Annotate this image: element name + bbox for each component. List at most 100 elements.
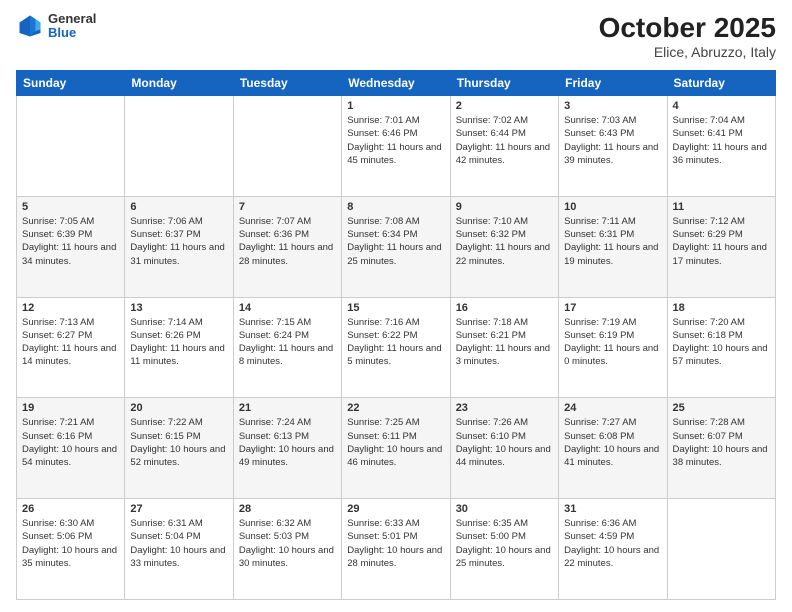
calendar-cell: 14 Sunrise: 7:15 AM Sunset: 6:24 PM Dayl… [233, 297, 341, 398]
calendar-cell: 19 Sunrise: 7:21 AM Sunset: 6:16 PM Dayl… [17, 398, 125, 499]
header: General Blue October 2025 Elice, Abruzzo… [16, 12, 776, 60]
day-info: Sunrise: 7:02 AM Sunset: 6:44 PM Dayligh… [456, 114, 553, 167]
day-of-week-header: Thursday [450, 71, 558, 96]
day-number: 15 [347, 302, 444, 314]
calendar-week-row: 1 Sunrise: 7:01 AM Sunset: 6:46 PM Dayli… [17, 96, 776, 197]
day-number: 13 [130, 302, 227, 314]
day-header-row: SundayMondayTuesdayWednesdayThursdayFrid… [17, 71, 776, 96]
calendar-cell: 4 Sunrise: 7:04 AM Sunset: 6:41 PM Dayli… [667, 96, 775, 197]
day-number: 19 [22, 402, 119, 414]
day-info: Sunrise: 7:10 AM Sunset: 6:32 PM Dayligh… [456, 215, 553, 268]
calendar-week-row: 19 Sunrise: 7:21 AM Sunset: 6:16 PM Dayl… [17, 398, 776, 499]
calendar-cell: 13 Sunrise: 7:14 AM Sunset: 6:26 PM Dayl… [125, 297, 233, 398]
calendar-cell: 18 Sunrise: 7:20 AM Sunset: 6:18 PM Dayl… [667, 297, 775, 398]
day-number: 30 [456, 503, 553, 515]
day-number: 2 [456, 100, 553, 112]
day-info: Sunrise: 7:03 AM Sunset: 6:43 PM Dayligh… [564, 114, 661, 167]
day-info: Sunrise: 6:36 AM Sunset: 4:59 PM Dayligh… [564, 517, 661, 570]
day-number: 26 [22, 503, 119, 515]
day-info: Sunrise: 7:11 AM Sunset: 6:31 PM Dayligh… [564, 215, 661, 268]
calendar-week-row: 5 Sunrise: 7:05 AM Sunset: 6:39 PM Dayli… [17, 196, 776, 297]
day-number: 20 [130, 402, 227, 414]
day-number: 9 [456, 201, 553, 213]
day-number: 31 [564, 503, 661, 515]
logo-blue: Blue [48, 26, 96, 40]
calendar-cell: 27 Sunrise: 6:31 AM Sunset: 5:04 PM Dayl… [125, 499, 233, 600]
day-number: 11 [673, 201, 770, 213]
day-info: Sunrise: 7:16 AM Sunset: 6:22 PM Dayligh… [347, 316, 444, 369]
day-number: 7 [239, 201, 336, 213]
day-number: 22 [347, 402, 444, 414]
day-info: Sunrise: 7:13 AM Sunset: 6:27 PM Dayligh… [22, 316, 119, 369]
title-block: October 2025 Elice, Abruzzo, Italy [599, 12, 776, 60]
calendar-cell: 5 Sunrise: 7:05 AM Sunset: 6:39 PM Dayli… [17, 196, 125, 297]
day-info: Sunrise: 7:24 AM Sunset: 6:13 PM Dayligh… [239, 416, 336, 469]
day-of-week-header: Tuesday [233, 71, 341, 96]
day-info: Sunrise: 7:07 AM Sunset: 6:36 PM Dayligh… [239, 215, 336, 268]
day-number: 8 [347, 201, 444, 213]
calendar-cell: 31 Sunrise: 6:36 AM Sunset: 4:59 PM Dayl… [559, 499, 667, 600]
logo: General Blue [16, 12, 96, 41]
day-info: Sunrise: 7:27 AM Sunset: 6:08 PM Dayligh… [564, 416, 661, 469]
calendar-table: SundayMondayTuesdayWednesdayThursdayFrid… [16, 70, 776, 600]
month-year: October 2025 [599, 12, 776, 44]
calendar-cell: 16 Sunrise: 7:18 AM Sunset: 6:21 PM Dayl… [450, 297, 558, 398]
day-number: 17 [564, 302, 661, 314]
calendar-cell: 9 Sunrise: 7:10 AM Sunset: 6:32 PM Dayli… [450, 196, 558, 297]
day-info: Sunrise: 6:33 AM Sunset: 5:01 PM Dayligh… [347, 517, 444, 570]
day-number: 14 [239, 302, 336, 314]
calendar-cell: 15 Sunrise: 7:16 AM Sunset: 6:22 PM Dayl… [342, 297, 450, 398]
calendar-cell: 6 Sunrise: 7:06 AM Sunset: 6:37 PM Dayli… [125, 196, 233, 297]
calendar-cell: 7 Sunrise: 7:07 AM Sunset: 6:36 PM Dayli… [233, 196, 341, 297]
day-number: 24 [564, 402, 661, 414]
day-info: Sunrise: 7:01 AM Sunset: 6:46 PM Dayligh… [347, 114, 444, 167]
day-number: 27 [130, 503, 227, 515]
day-info: Sunrise: 7:08 AM Sunset: 6:34 PM Dayligh… [347, 215, 444, 268]
calendar-cell [17, 96, 125, 197]
logo-general: General [48, 12, 96, 26]
day-of-week-header: Saturday [667, 71, 775, 96]
calendar-cell [125, 96, 233, 197]
day-of-week-header: Sunday [17, 71, 125, 96]
calendar-cell: 29 Sunrise: 6:33 AM Sunset: 5:01 PM Dayl… [342, 499, 450, 600]
page: General Blue October 2025 Elice, Abruzzo… [0, 0, 792, 612]
calendar-cell: 21 Sunrise: 7:24 AM Sunset: 6:13 PM Dayl… [233, 398, 341, 499]
calendar-cell: 3 Sunrise: 7:03 AM Sunset: 6:43 PM Dayli… [559, 96, 667, 197]
calendar-cell [233, 96, 341, 197]
day-of-week-header: Wednesday [342, 71, 450, 96]
calendar-cell: 30 Sunrise: 6:35 AM Sunset: 5:00 PM Dayl… [450, 499, 558, 600]
calendar-cell: 1 Sunrise: 7:01 AM Sunset: 6:46 PM Dayli… [342, 96, 450, 197]
day-info: Sunrise: 7:12 AM Sunset: 6:29 PM Dayligh… [673, 215, 770, 268]
calendar-cell: 8 Sunrise: 7:08 AM Sunset: 6:34 PM Dayli… [342, 196, 450, 297]
calendar-cell [667, 499, 775, 600]
day-info: Sunrise: 7:06 AM Sunset: 6:37 PM Dayligh… [130, 215, 227, 268]
day-number: 29 [347, 503, 444, 515]
day-info: Sunrise: 7:20 AM Sunset: 6:18 PM Dayligh… [673, 316, 770, 369]
day-number: 16 [456, 302, 553, 314]
day-number: 28 [239, 503, 336, 515]
day-number: 10 [564, 201, 661, 213]
calendar-cell: 11 Sunrise: 7:12 AM Sunset: 6:29 PM Dayl… [667, 196, 775, 297]
day-info: Sunrise: 7:18 AM Sunset: 6:21 PM Dayligh… [456, 316, 553, 369]
calendar-cell: 26 Sunrise: 6:30 AM Sunset: 5:06 PM Dayl… [17, 499, 125, 600]
calendar-cell: 12 Sunrise: 7:13 AM Sunset: 6:27 PM Dayl… [17, 297, 125, 398]
day-info: Sunrise: 6:30 AM Sunset: 5:06 PM Dayligh… [22, 517, 119, 570]
day-number: 4 [673, 100, 770, 112]
day-info: Sunrise: 7:25 AM Sunset: 6:11 PM Dayligh… [347, 416, 444, 469]
day-info: Sunrise: 7:04 AM Sunset: 6:41 PM Dayligh… [673, 114, 770, 167]
calendar-cell: 25 Sunrise: 7:28 AM Sunset: 6:07 PM Dayl… [667, 398, 775, 499]
calendar-cell: 23 Sunrise: 7:26 AM Sunset: 6:10 PM Dayl… [450, 398, 558, 499]
day-info: Sunrise: 7:22 AM Sunset: 6:15 PM Dayligh… [130, 416, 227, 469]
logo-icon [16, 12, 44, 40]
calendar-cell: 22 Sunrise: 7:25 AM Sunset: 6:11 PM Dayl… [342, 398, 450, 499]
logo-text: General Blue [48, 12, 96, 41]
day-of-week-header: Monday [125, 71, 233, 96]
calendar-week-row: 26 Sunrise: 6:30 AM Sunset: 5:06 PM Dayl… [17, 499, 776, 600]
calendar-cell: 2 Sunrise: 7:02 AM Sunset: 6:44 PM Dayli… [450, 96, 558, 197]
day-of-week-header: Friday [559, 71, 667, 96]
calendar-week-row: 12 Sunrise: 7:13 AM Sunset: 6:27 PM Dayl… [17, 297, 776, 398]
day-info: Sunrise: 7:19 AM Sunset: 6:19 PM Dayligh… [564, 316, 661, 369]
calendar-cell: 24 Sunrise: 7:27 AM Sunset: 6:08 PM Dayl… [559, 398, 667, 499]
day-number: 25 [673, 402, 770, 414]
day-info: Sunrise: 7:14 AM Sunset: 6:26 PM Dayligh… [130, 316, 227, 369]
